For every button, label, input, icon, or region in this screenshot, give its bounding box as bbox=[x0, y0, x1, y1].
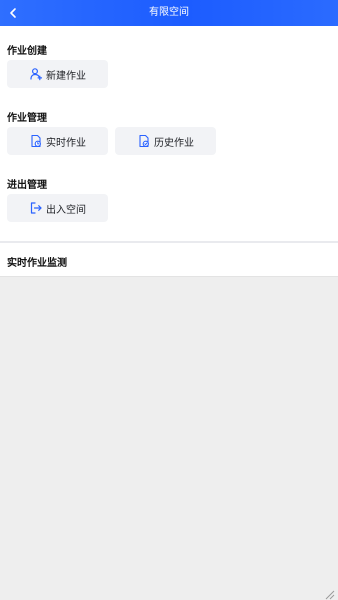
new-job-button[interactable]: 新建作业 bbox=[7, 60, 108, 88]
history-job-button[interactable]: 历史作业 bbox=[115, 127, 216, 155]
section-title-manage: 作业管理 bbox=[7, 113, 47, 124]
document-history-icon bbox=[137, 134, 151, 148]
exit-icon bbox=[29, 201, 43, 215]
monitor-title: 实时作业监测 bbox=[7, 258, 67, 269]
enter-exit-space-button[interactable]: 出入空间 bbox=[7, 194, 108, 222]
user-add-icon bbox=[29, 67, 43, 81]
enter-exit-space-label: 出入空间 bbox=[46, 204, 86, 216]
section-title-entry: 进出管理 bbox=[7, 180, 47, 191]
resize-handle-icon[interactable] bbox=[323, 585, 335, 600]
realtime-monitor-panel[interactable] bbox=[0, 276, 338, 600]
new-job-label: 新建作业 bbox=[46, 70, 86, 82]
divider bbox=[0, 241, 338, 243]
document-realtime-icon bbox=[29, 134, 43, 148]
section-title-create: 作业创建 bbox=[7, 46, 47, 57]
app-header: 有限空间 bbox=[0, 0, 338, 26]
page: 有限空间 作业创建 新建作业 作业管理 实时作业 历史作业 进出管理 出入空间 … bbox=[0, 0, 338, 600]
realtime-job-label: 实时作业 bbox=[46, 137, 86, 149]
history-job-label: 历史作业 bbox=[154, 137, 194, 149]
realtime-job-button[interactable]: 实时作业 bbox=[7, 127, 108, 155]
page-title: 有限空间 bbox=[149, 7, 189, 18]
